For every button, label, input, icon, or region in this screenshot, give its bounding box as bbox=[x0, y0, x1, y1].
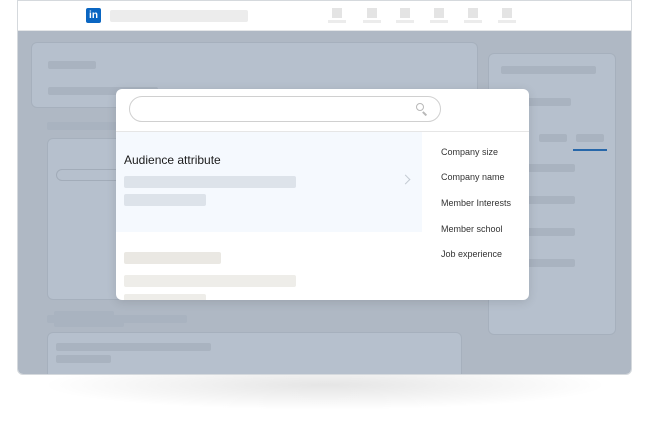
option-member-school[interactable]: Member school bbox=[441, 224, 503, 234]
placeholder-line bbox=[54, 374, 114, 375]
nav-network-icon[interactable] bbox=[363, 8, 381, 24]
placeholder-line bbox=[124, 176, 296, 188]
global-search-placeholder[interactable] bbox=[110, 10, 248, 22]
linkedin-logo[interactable]: in bbox=[86, 8, 101, 23]
nav-notifications-icon[interactable] bbox=[464, 8, 482, 24]
option-member-interests[interactable]: Member Interests bbox=[441, 198, 511, 208]
option-company-name[interactable]: Company name bbox=[441, 172, 505, 182]
top-nav-bar: in bbox=[18, 1, 631, 31]
search-icon[interactable] bbox=[416, 103, 428, 116]
nav-home-icon[interactable] bbox=[328, 8, 346, 24]
audience-attribute-row[interactable]: Audience attribute bbox=[116, 132, 422, 232]
placeholder-line bbox=[124, 252, 221, 264]
nav-jobs-icon[interactable] bbox=[396, 8, 414, 24]
attribute-search-input[interactable] bbox=[129, 96, 441, 122]
placeholder-line bbox=[124, 275, 296, 287]
placeholder-line bbox=[124, 294, 206, 300]
stage: in Audience attribute Company size Compa… bbox=[0, 0, 649, 432]
audience-attribute-title: Audience attribute bbox=[124, 153, 221, 167]
option-company-size[interactable]: Company size bbox=[441, 147, 498, 157]
option-job-experience[interactable]: Job experience bbox=[441, 249, 502, 259]
nav-profile-icon[interactable] bbox=[498, 8, 516, 24]
placeholder-line bbox=[124, 194, 206, 206]
nav-messaging-icon[interactable] bbox=[430, 8, 448, 24]
attribute-picker-modal: Audience attribute Company size Company … bbox=[116, 89, 529, 300]
chevron-right-icon[interactable] bbox=[400, 174, 411, 185]
